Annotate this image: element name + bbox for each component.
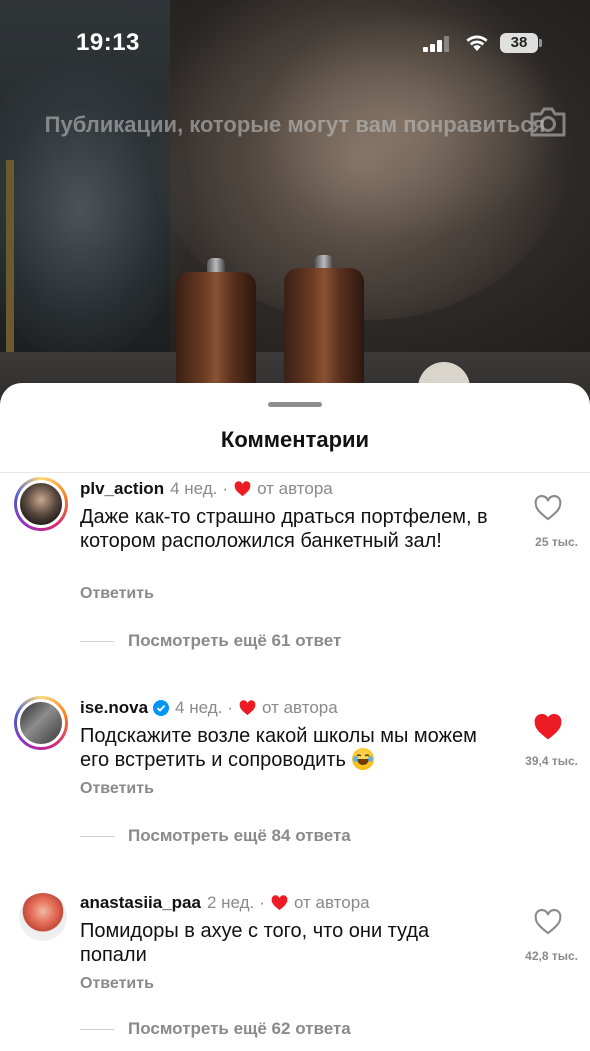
comment-meta: anastasiia_paa 2 нед. · от автора: [80, 891, 370, 915]
liked-by-author-label: от автора: [257, 479, 333, 498]
comment-text: Даже как-то страшно драться портфелем, в…: [80, 506, 488, 552]
suggested-posts-title: Публикации, которые могут вам понравитьс…: [44, 112, 546, 137]
comment-age: 4 нед.: [175, 698, 223, 717]
reply-button[interactable]: Ответить: [80, 585, 154, 603]
replies-line: [80, 1029, 114, 1030]
avatar[interactable]: [14, 477, 68, 531]
replies-line: [80, 641, 114, 642]
comment-meta: ise.nova 4 нед. · от автора: [80, 696, 338, 720]
comment-username[interactable]: plv_action: [80, 479, 164, 499]
like-heart-icon[interactable]: [534, 909, 562, 935]
avatar[interactable]: [19, 893, 67, 941]
heart-icon: [234, 481, 251, 497]
liked-by-author-label: от автора: [262, 698, 338, 717]
sheet-title: Комментарии: [220, 427, 370, 452]
laughing-emoji-icon: [351, 748, 374, 770]
cellular-signal-icon: [423, 36, 449, 52]
battery-level: 38: [500, 33, 538, 53]
comment-meta: plv_action 4 нед. · от автора: [80, 477, 333, 501]
sheet-drag-handle[interactable]: [268, 402, 322, 407]
like-count: 25 тыс.: [535, 535, 578, 549]
comments-sheet: Комментарии plv_action 4 нед. · от автор…: [0, 383, 590, 1051]
comment-text: Подскажите возле какой школы мы можем ег…: [80, 724, 500, 772]
wifi-icon: [466, 35, 488, 51]
verified-badge-icon: [153, 700, 170, 716]
heart-icon: [239, 700, 256, 716]
comment-age: 4 нед.: [170, 479, 218, 498]
replies-line: [80, 836, 114, 837]
like-count: 42,8 тыс.: [525, 949, 578, 963]
reply-button[interactable]: Ответить: [80, 975, 154, 993]
comment-text-content: Подскажите возле какой школы мы можем ег…: [80, 725, 477, 771]
comment-text: Помидоры в ахуе с того, что они туда поп…: [80, 920, 430, 966]
comment-username[interactable]: ise.nova: [80, 698, 148, 718]
view-replies-button[interactable]: Посмотреть ещё 61 ответ: [128, 631, 341, 651]
comment-username[interactable]: anastasiia_paa: [80, 893, 201, 913]
heart-icon: [271, 895, 288, 911]
liked-by-author-label: от автора: [293, 893, 370, 912]
view-replies-button[interactable]: Посмотреть ещё 62 ответа: [128, 1019, 351, 1039]
camera-icon[interactable]: [528, 104, 568, 140]
meta-separator: ·: [222, 479, 229, 498]
status-bar: 19:13 38: [0, 0, 590, 86]
view-replies-button[interactable]: Посмотреть ещё 84 ответа: [128, 826, 351, 846]
status-time: 19:13: [76, 29, 140, 56]
meta-separator: ·: [227, 698, 234, 717]
like-heart-filled-icon[interactable]: [534, 714, 562, 740]
sheet-divider: [0, 472, 590, 473]
comment-age: 2 нед.: [206, 893, 255, 912]
avatar[interactable]: [14, 696, 68, 750]
battery-tip: [539, 39, 542, 47]
like-heart-icon[interactable]: [534, 495, 562, 521]
meta-separator: ·: [259, 893, 265, 912]
like-count: 39,4 тыс.: [525, 754, 578, 768]
reply-button[interactable]: Ответить: [80, 780, 154, 798]
